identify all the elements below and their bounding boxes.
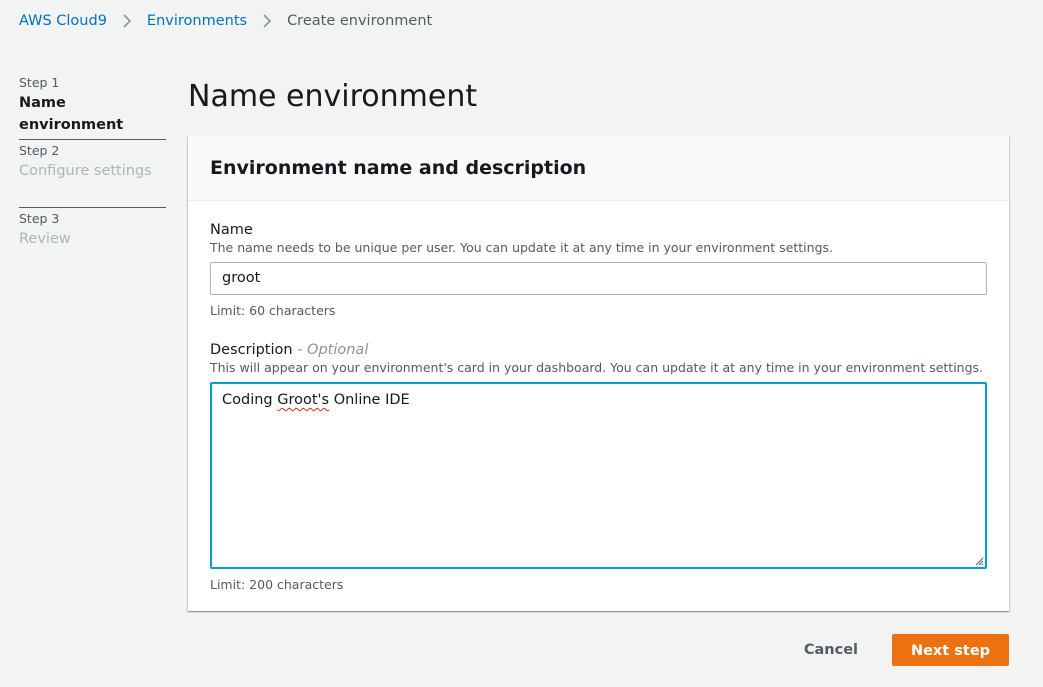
form-actions: Cancel Next step — [784, 634, 1009, 666]
description-limit-hint: Limit: 200 characters — [210, 577, 344, 592]
textarea-text-start: Coding — [222, 392, 278, 408]
name-limit-hint: Limit: 60 characters — [210, 303, 336, 318]
cancel-button[interactable]: Cancel — [784, 634, 878, 666]
chevron-right-icon — [247, 13, 287, 29]
description-label: Description - Optional — [210, 340, 987, 360]
description-field-group: Description - Optional This will appear … — [210, 340, 987, 593]
name-input[interactable]: groot — [210, 262, 987, 295]
step-2: Step 2 Configure settings — [19, 140, 166, 208]
environment-name-card: Environment name and description Name Th… — [188, 136, 1009, 611]
breadcrumb: AWS Cloud9 Environments Create environme… — [19, 10, 432, 32]
name-field-group: Name The name needs to be unique per use… — [210, 220, 987, 319]
name-description: The name needs to be unique per user. Yo… — [210, 240, 833, 255]
spellcheck-word: Groot's — [277, 392, 330, 408]
card-header: Environment name and description — [188, 136, 1009, 201]
wizard-steps: Step 1 Name environment Step 2 Configure… — [19, 72, 166, 276]
resize-handle-icon[interactable] — [974, 556, 984, 566]
breadcrumb-environments[interactable]: Environments — [147, 13, 247, 29]
step-1: Step 1 Name environment — [19, 72, 166, 140]
step-title: Review — [19, 231, 71, 247]
step-number: Step 1 — [19, 75, 60, 90]
step-number: Step 3 — [19, 211, 60, 226]
optional-tag: - Optional — [297, 342, 369, 358]
chevron-right-icon — [107, 13, 147, 29]
textarea-text-end: Online IDE — [329, 392, 410, 408]
description-label-text: Description — [210, 342, 293, 358]
step-number: Step 2 — [19, 143, 60, 158]
step-3: Step 3 Review — [19, 208, 166, 276]
next-step-button[interactable]: Next step — [892, 634, 1009, 666]
description-help: This will appear on your environment's c… — [210, 360, 984, 375]
card-title: Environment name and description — [210, 157, 587, 179]
name-label: Name — [210, 222, 253, 238]
step-title: Name environment — [19, 95, 124, 133]
step-title: Configure settings — [19, 163, 152, 179]
page-title: Name environment — [188, 79, 478, 114]
breadcrumb-current: Create environment — [287, 13, 433, 29]
breadcrumb-aws-cloud9[interactable]: AWS Cloud9 — [19, 13, 107, 29]
description-textarea[interactable]: Coding Groot's Online IDE — [210, 382, 987, 569]
